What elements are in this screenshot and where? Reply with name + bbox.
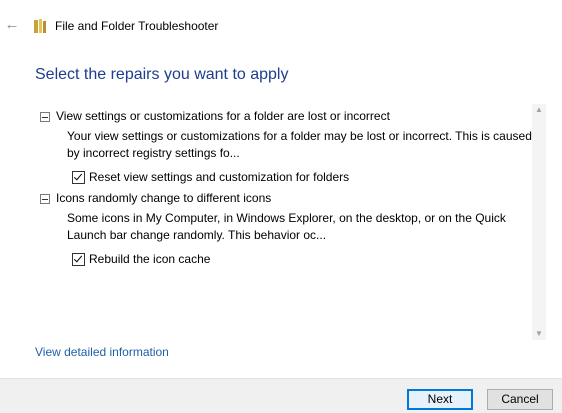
troubleshooter-icon (33, 18, 47, 34)
repair-title: View settings or customizations for a fo… (56, 109, 390, 123)
rebuild-cache-checkbox[interactable] (72, 253, 85, 266)
back-arrow-icon[interactable]: ← (4, 17, 20, 33)
collapse-toggle-icon[interactable] (40, 112, 50, 122)
vertical-scrollbar[interactable]: ▲ ▼ (532, 104, 546, 340)
repair-description: Your view settings or customizations for… (67, 129, 532, 160)
corner-mark: ' (554, 0, 556, 5)
footer-bar: Next Cancel (0, 378, 562, 413)
title-bar: ← File and Folder Troubleshooter ' (0, 0, 562, 52)
scroll-down-icon[interactable]: ▼ (532, 328, 546, 340)
page-title: Select the repairs you want to apply (35, 66, 289, 83)
collapse-toggle-icon[interactable] (40, 194, 50, 204)
window-title: File and Folder Troubleshooter (55, 19, 219, 33)
scroll-up-icon[interactable]: ▲ (532, 104, 546, 116)
option-label[interactable]: Rebuild the icon cache (89, 252, 210, 266)
repair-title: Icons randomly change to different icons (56, 191, 272, 205)
view-detailed-information-link[interactable]: View detailed information (35, 345, 169, 359)
cancel-button[interactable]: Cancel (487, 389, 553, 410)
next-button[interactable]: Next (407, 389, 473, 410)
reset-view-checkbox[interactable] (72, 171, 85, 184)
repairs-list: View settings or customizations for a fo… (35, 103, 548, 341)
repair-description: Some icons in My Computer, in Windows Ex… (67, 211, 506, 242)
option-label[interactable]: Reset view settings and customization fo… (89, 170, 349, 184)
